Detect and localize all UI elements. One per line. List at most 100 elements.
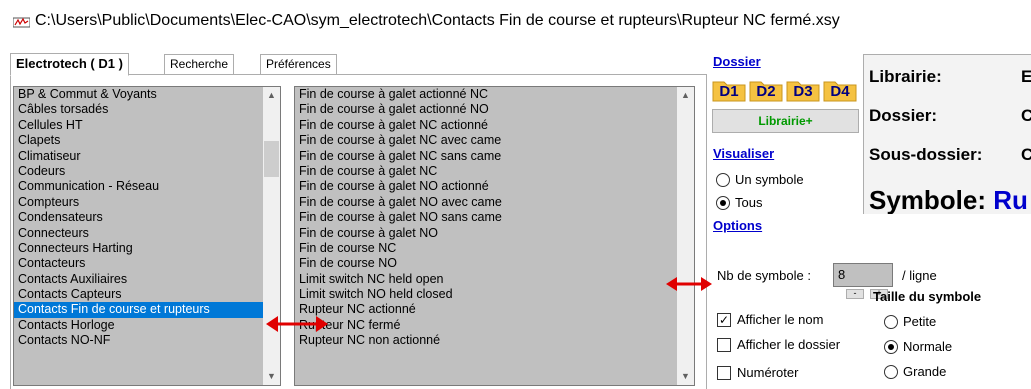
symbole-title: Symbole: Ru xyxy=(869,185,1028,214)
radio-tous[interactable]: Tous xyxy=(716,194,762,212)
radio-circle-icon xyxy=(884,315,898,329)
category-list-item[interactable]: Contacts Horloge xyxy=(14,318,280,333)
radio-normale[interactable]: Normale xyxy=(884,338,952,356)
visualiser-label: Visualiser xyxy=(713,146,775,161)
category-list-item[interactable]: Contacts Fin de course et rupteurs xyxy=(14,302,280,318)
librairie-label: Librairie: xyxy=(869,67,942,86)
symbol-list-item[interactable]: Fin de course NO xyxy=(295,256,694,271)
scroll-thumb[interactable] xyxy=(264,141,279,177)
category-list[interactable]: BP & Commut & Voyants Câbles torsadés Cell… xyxy=(13,86,281,386)
folder-d4-button[interactable]: D4 xyxy=(823,78,857,102)
category-list-item[interactable]: Contacteurs xyxy=(14,256,280,271)
radio-label: Tous xyxy=(735,195,763,210)
radio-petite[interactable]: Petite xyxy=(884,313,936,331)
symbol-list-item[interactable]: Fin de course à galet actionné NC xyxy=(295,87,694,102)
folder-d3-button[interactable]: D3 xyxy=(786,78,820,102)
scroll-down-icon[interactable]: ▼ xyxy=(677,368,694,385)
app-icon xyxy=(13,17,30,28)
checkbox-label: Afficher le nom xyxy=(737,312,824,327)
symbol-list-item[interactable]: Limit switch NC held open xyxy=(295,272,694,287)
symbol-list-item[interactable]: Fin de course à galet NC actionné xyxy=(295,118,694,133)
category-list-item[interactable]: Climatiseur xyxy=(14,149,280,164)
category-list-item[interactable]: Contacts NO-NF xyxy=(14,333,280,348)
checkbox-box-icon xyxy=(717,366,731,380)
radio-circle-icon xyxy=(716,173,730,187)
symbol-info-panel: Librairie: E Dossier: C Sous-dossier: C … xyxy=(863,54,1031,214)
checkmark-icon: ✓ xyxy=(717,313,731,327)
dossier-info-label: Dossier: xyxy=(869,106,938,125)
sous-dossier-value: C xyxy=(1021,145,1031,165)
decrement-button[interactable]: - xyxy=(846,289,864,299)
radio-label: Normale xyxy=(903,339,953,354)
nb-symbole-label: Nb de symbole : xyxy=(717,268,811,283)
tab-recherche[interactable]: Recherche xyxy=(164,54,235,75)
folder-d1-button[interactable]: D1 xyxy=(712,78,746,102)
category-list-item[interactable]: Connecteurs xyxy=(14,226,280,241)
ligne-label: / ligne xyxy=(902,268,937,283)
sous-dossier-label: Sous-dossier: xyxy=(869,145,983,164)
radio-un-symbole[interactable]: Un symbole xyxy=(716,171,804,189)
symbol-list-item[interactable]: Fin de course à galet actionné NO xyxy=(295,102,694,117)
symbol-list[interactable]: Fin de course à galet actionné NC Fin de … xyxy=(294,86,695,386)
checkbox-afficher-nom[interactable]: ✓ Afficher le nom xyxy=(717,311,823,329)
resize-arrow-icon[interactable] xyxy=(666,274,712,294)
radio-circle-icon xyxy=(716,196,730,210)
symbol-list-item[interactable]: Fin de course à galet NC sans came xyxy=(295,149,694,164)
category-list-item[interactable]: Clapets xyxy=(14,133,280,148)
category-list-item[interactable]: Compteurs xyxy=(14,195,280,210)
symbol-items: Fin de course à galet actionné NC Fin de … xyxy=(295,87,694,349)
radio-label: Grande xyxy=(903,364,947,379)
category-list-item[interactable]: Cellules HT xyxy=(14,118,280,133)
nb-symbole-input[interactable]: 8 xyxy=(833,263,893,287)
category-list-item[interactable]: BP & Commut & Voyants xyxy=(14,87,280,102)
symbol-list-item[interactable]: Limit switch NO held closed xyxy=(295,287,694,302)
symbol-list-item[interactable]: Rupteur NC fermé xyxy=(295,318,694,333)
folder-d2-button[interactable]: D2 xyxy=(749,78,783,102)
scroll-up-icon[interactable]: ▲ xyxy=(263,87,280,104)
symbol-scrollbar[interactable]: ▲ ▼ xyxy=(677,87,694,385)
checkbox-afficher-dossier[interactable]: Afficher le dossier xyxy=(717,336,840,354)
options-label: Options xyxy=(713,218,763,233)
title-bar: C:\Users\Public\Documents\Elec-CAO\sym_e… xyxy=(0,0,1031,44)
symbol-list-item[interactable]: Fin de course à galet NO actionné xyxy=(295,179,694,194)
symbol-list-item[interactable]: Fin de course à galet NC avec came xyxy=(295,133,694,148)
symbol-list-item[interactable]: Fin de course à galet NO sans came xyxy=(295,210,694,225)
category-list-item[interactable]: Condensateurs xyxy=(14,210,280,225)
folder-d3-label: D3 xyxy=(793,83,813,100)
category-list-item[interactable]: Câbles torsadés xyxy=(14,102,280,117)
dossier-label: Dossier xyxy=(713,54,761,69)
checkbox-box-icon xyxy=(717,338,731,352)
symbol-list-item[interactable]: Fin de course à galet NC xyxy=(295,164,694,179)
symbol-list-item[interactable]: Fin de course à galet NO avec came xyxy=(295,195,694,210)
category-list-item[interactable]: Contacts Capteurs xyxy=(14,287,280,302)
symbol-list-item[interactable]: Rupteur NC actionné xyxy=(295,302,694,317)
category-items: BP & Commut & Voyants Câbles torsadés Cell… xyxy=(14,87,280,349)
scroll-up-icon[interactable]: ▲ xyxy=(677,87,694,104)
scroll-down-icon[interactable]: ▼ xyxy=(263,368,280,385)
checkbox-numeroter[interactable]: Numéroter xyxy=(717,364,798,382)
category-scrollbar[interactable]: ▲ ▼ xyxy=(263,87,280,385)
window-title: C:\Users\Public\Documents\Elec-CAO\sym_e… xyxy=(35,12,840,29)
radio-label: Petite xyxy=(903,314,937,329)
resize-arrow-icon[interactable] xyxy=(266,313,328,335)
symbol-list-item[interactable]: Fin de course NC xyxy=(295,241,694,256)
librairie-plus-button[interactable]: Librairie+ xyxy=(712,109,859,133)
folder-d1-label: D1 xyxy=(719,83,739,100)
radio-label: Un symbole xyxy=(735,172,804,187)
category-list-item[interactable]: Connecteurs Harting xyxy=(14,241,280,256)
checkbox-label: Numéroter xyxy=(737,365,799,380)
symbol-list-item[interactable]: Fin de course à galet NO xyxy=(295,226,694,241)
tab-electrotech[interactable]: Electrotech ( D1 ) xyxy=(10,53,129,76)
folder-d4-label: D4 xyxy=(830,83,850,100)
tab-preferences[interactable]: Préférences xyxy=(260,54,337,75)
category-list-item[interactable]: Communication - Réseau xyxy=(14,179,280,194)
radio-circle-icon xyxy=(884,365,898,379)
symbole-label: Symbole: xyxy=(869,185,987,214)
radio-circle-icon xyxy=(884,340,898,354)
radio-grande[interactable]: Grande xyxy=(884,363,946,381)
category-list-item[interactable]: Codeurs xyxy=(14,164,280,179)
checkbox-label: Afficher le dossier xyxy=(737,337,841,352)
folder-d2-label: D2 xyxy=(756,83,776,100)
symbol-list-item[interactable]: Rupteur NC non actionné xyxy=(295,333,694,348)
category-list-item[interactable]: Contacts Auxiliaires xyxy=(14,272,280,287)
